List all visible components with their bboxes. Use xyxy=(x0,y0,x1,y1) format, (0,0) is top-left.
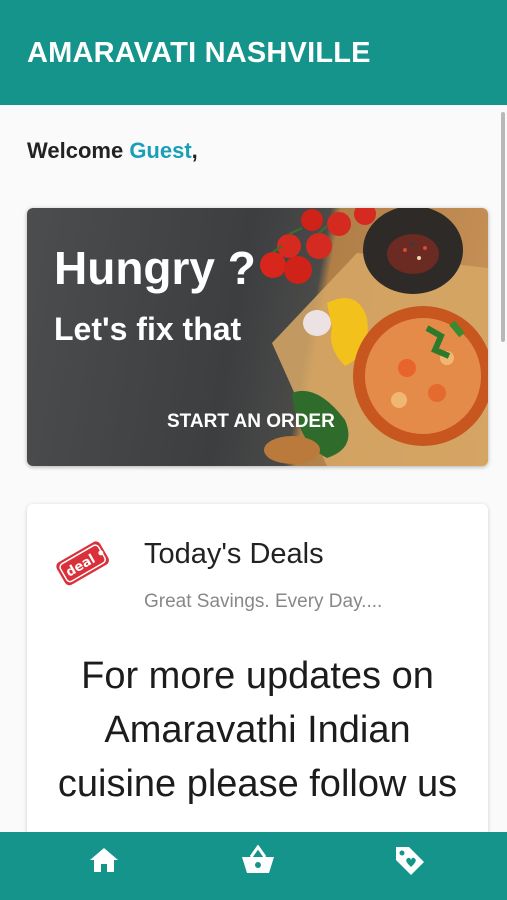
deal-tag-icon: deal xyxy=(56,541,109,586)
welcome-text: Welcome Guest, xyxy=(27,138,198,164)
home-icon xyxy=(90,848,118,872)
start-order-button[interactable]: START AN ORDER xyxy=(167,411,335,433)
bottom-navigation xyxy=(0,832,507,900)
guest-name: Guest xyxy=(129,138,192,163)
scrollbar[interactable] xyxy=(501,112,505,342)
deals-message: For more updates on Amaravathi Indian cu… xyxy=(57,655,458,805)
nav-home[interactable] xyxy=(82,840,126,880)
deals-subtitle: Great Savings. Every Day.... xyxy=(144,591,383,612)
welcome-prefix: Welcome xyxy=(27,138,130,163)
tag-icon xyxy=(396,847,424,875)
basket-icon xyxy=(242,845,274,873)
app-bar: AMARAVATI NASHVILLE xyxy=(0,0,507,105)
hero-subtitle: Let's fix that xyxy=(54,311,242,347)
deals-title: Today's Deals xyxy=(144,538,324,570)
nav-basket[interactable] xyxy=(236,840,280,880)
hero-title: Hungry ? xyxy=(54,242,256,294)
app-title: AMARAVATI NASHVILLE xyxy=(27,37,371,69)
nav-deals[interactable] xyxy=(388,840,432,880)
welcome-suffix: , xyxy=(191,138,198,163)
hero-banner[interactable]: Hungry ? Let's fix that START AN ORDER xyxy=(27,208,488,466)
